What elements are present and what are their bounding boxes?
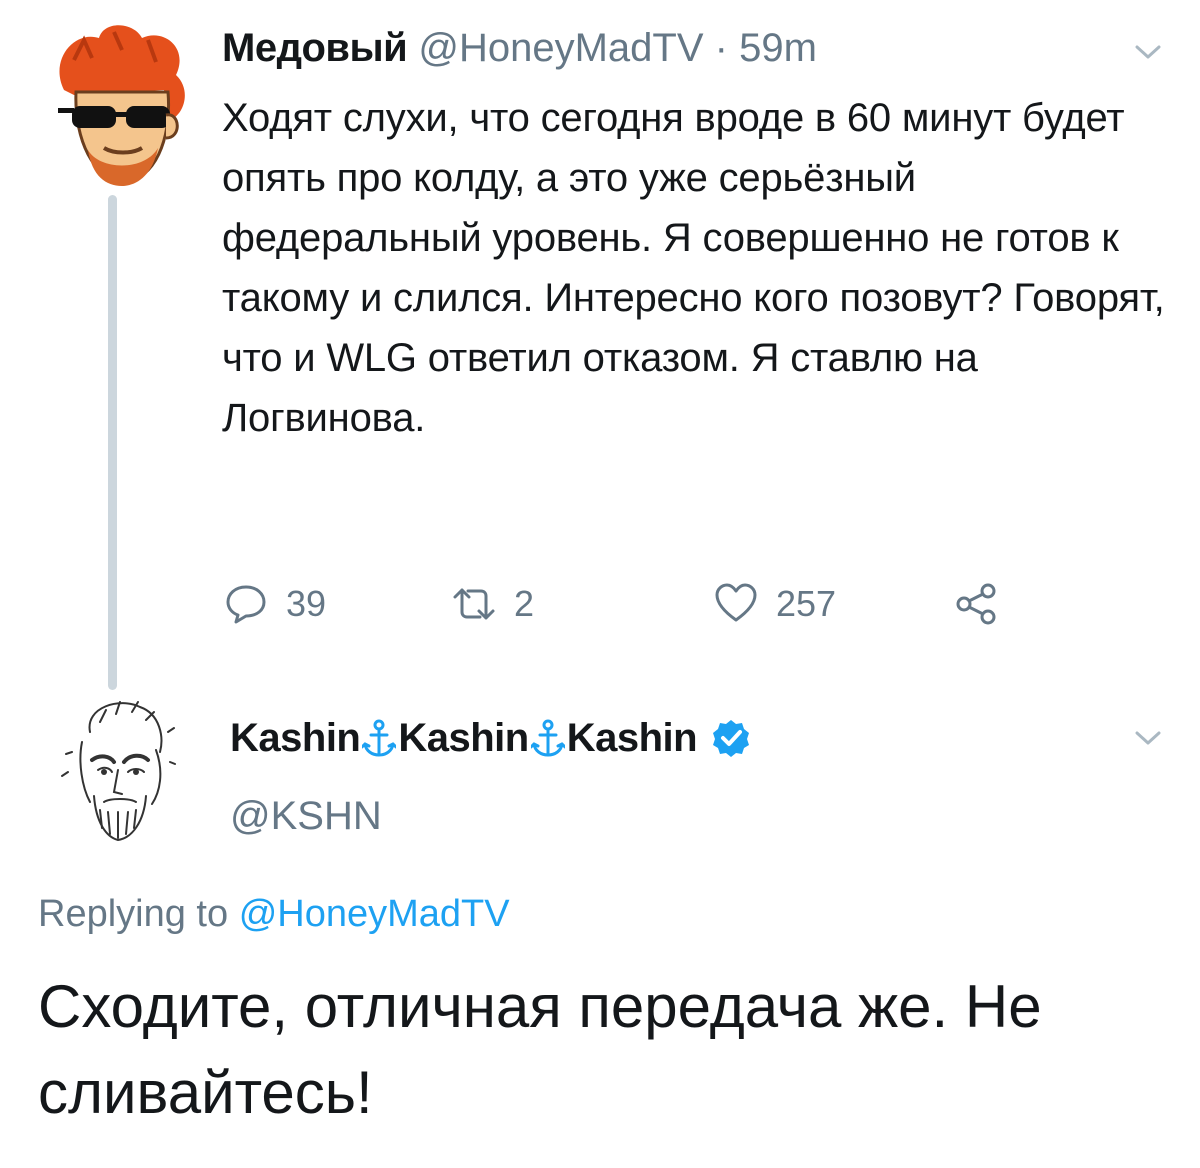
author-name[interactable]: Медовый [222,26,408,70]
tweet-menu-button[interactable] [1134,42,1162,67]
separator: · [714,26,728,70]
avatar[interactable] [44,20,194,190]
author-name-part[interactable]: Kashin [398,712,529,764]
tweet-header: Kashin Kashin Kashin [230,712,751,764]
tweet-menu-button[interactable] [1134,728,1162,753]
retweet-icon [453,588,495,620]
avatar-sketch [61,701,176,842]
reply-button[interactable]: 39 [222,578,326,630]
reply-count: 39 [286,583,327,624]
chevron-down-icon [1135,45,1161,59]
author-handle[interactable]: @HoneyMadTV [418,26,703,70]
anchor-icon [530,719,565,757]
replying-prefix: Replying to [38,893,229,935]
reply-tweet-text: Сходите, отличная передача же. Не сливай… [38,973,1042,1126]
author-name-part[interactable]: Kashin [567,712,698,764]
retweet-button[interactable]: 2 [450,578,534,630]
verified-badge-icon [713,720,750,757]
author-handle[interactable]: @KSHN [230,790,382,842]
thread-line [108,195,117,690]
share-button[interactable] [952,578,1000,630]
tweet-actions: 39 2 257 [222,578,1042,630]
avatar[interactable] [60,692,176,842]
chevron-down-icon [1135,731,1161,745]
anchor-icon [362,719,397,757]
replying-mention-link[interactable]: @HoneyMadTV [239,893,510,935]
author-name-part[interactable]: Kashin [230,712,361,764]
heart-icon [715,583,757,622]
like-button[interactable]: 257 [712,578,836,630]
tweet-header: Медовый @HoneyMadTV · 59m [222,24,817,72]
like-count: 257 [776,583,837,624]
avatar-illustration [58,25,185,186]
timestamp[interactable]: 59m [739,26,817,70]
replying-to: Replying to @HoneyMadTV [38,890,510,938]
share-icon [956,583,996,625]
tweet-text: Ходят слухи, что сегодня вроде в 60 мину… [222,96,1165,440]
retweet-count: 2 [514,583,535,624]
reply-icon [226,585,266,624]
